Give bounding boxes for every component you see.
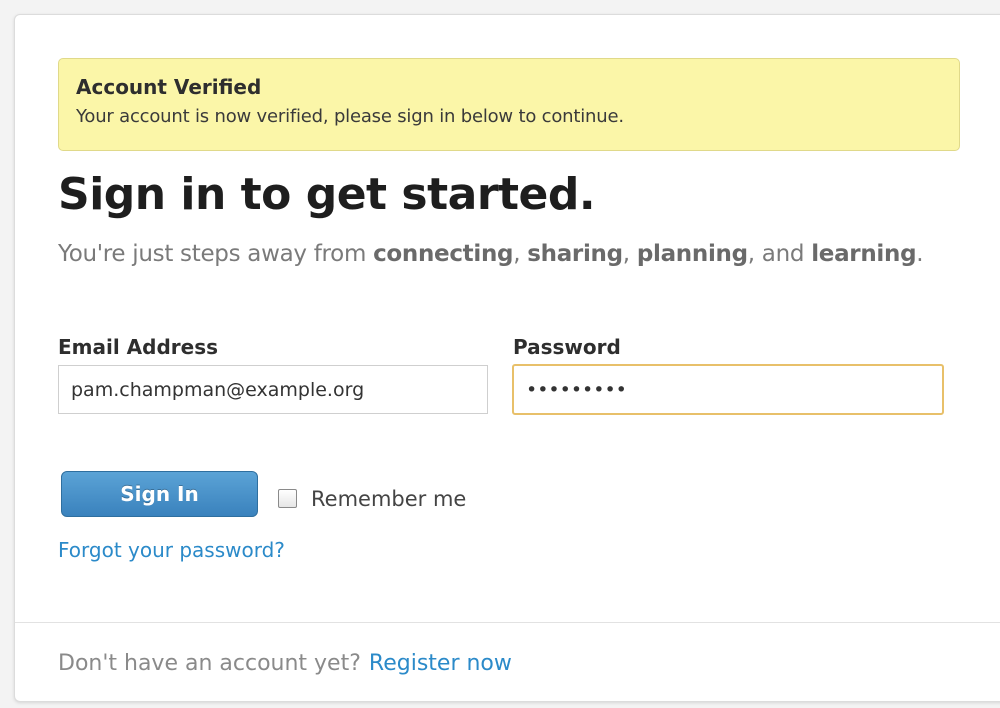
sign-in-button[interactable]: Sign In [61, 471, 258, 517]
register-prompt-text: Don't have an account yet? [58, 651, 361, 676]
email-field[interactable] [58, 365, 488, 414]
subtitle-separator: , [622, 241, 637, 267]
signin-card: Account Verified Your account is now ver… [14, 14, 1000, 702]
subtitle-separator: , and [747, 241, 812, 267]
verified-alert: Account Verified Your account is now ver… [58, 58, 960, 151]
subtitle-word-planning: planning [636, 241, 748, 267]
subtitle-word-sharing: sharing [527, 241, 623, 267]
alert-message: Your account is now verified, please sig… [76, 106, 624, 127]
page-title: Sign in to get started. [58, 169, 596, 220]
register-prompt: Don't have an account yet? Register now [58, 648, 512, 680]
email-label: Email Address [58, 335, 219, 359]
alert-title: Account Verified [76, 75, 262, 99]
remember-me-label[interactable]: Remember me [311, 484, 466, 514]
forgot-password-link[interactable]: Forgot your password? [58, 535, 285, 565]
page-subtitle: You're just steps away from connecting , … [58, 236, 924, 272]
password-field[interactable] [512, 364, 944, 415]
subtitle-separator: , [513, 241, 528, 267]
subtitle-word-learning: learning [811, 241, 917, 267]
subtitle-suffix: . [916, 241, 924, 267]
footer-divider [15, 622, 1000, 623]
remember-me-checkbox[interactable] [278, 489, 297, 508]
register-link[interactable]: Register now [369, 651, 512, 676]
subtitle-prefix: You're just steps away from [58, 241, 374, 267]
subtitle-word-connecting: connecting [373, 241, 514, 267]
password-label: Password [513, 335, 621, 359]
